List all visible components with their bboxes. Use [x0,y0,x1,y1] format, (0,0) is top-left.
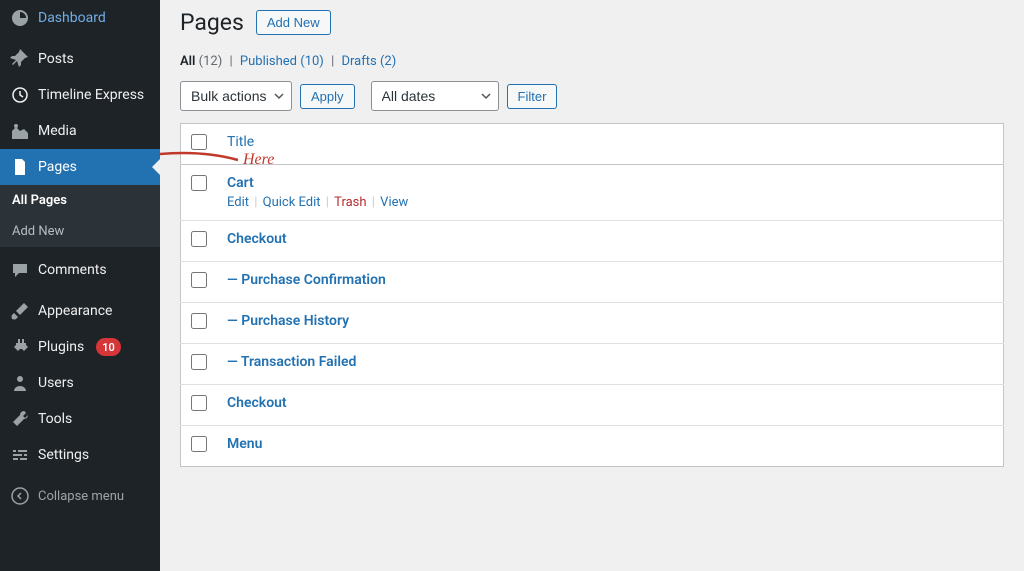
main-content: Here Pages Add New All (12) | Published … [160,0,1024,571]
row-title-link[interactable]: Menu [227,436,262,452]
page-title: Pages [180,9,244,36]
sidebar-item-tools[interactable]: Tools [0,401,160,437]
plugins-badge: 10 [96,338,121,356]
comment-icon [10,260,30,280]
select-all-col [181,124,218,165]
clock-icon [10,85,30,105]
collapse-menu[interactable]: Collapse menu [0,478,160,514]
collapse-icon [10,486,30,506]
row-checkbox[interactable] [191,395,207,411]
filter-all[interactable]: All [180,54,195,69]
sidebar-item-label: Plugins [38,339,84,355]
filter-links: All (12) | Published (10) | Drafts (2) [180,54,1004,69]
brush-icon [10,301,30,321]
row-title-link[interactable]: Checkout [227,395,287,411]
sidebar-item-label: Dashboard [38,10,106,26]
row-title-link[interactable]: — Transaction Failed [227,354,356,370]
date-filter-select[interactable]: All dates [371,81,499,111]
row-checkbox[interactable] [191,436,207,452]
sidebar-item-comments[interactable]: Comments [0,252,160,288]
sidebar-item-appearance[interactable]: Appearance [0,293,160,329]
sidebar-item-label: Comments [38,262,107,278]
row-actions: Edit | Quick Edit | Trash | View [227,195,993,210]
row-title-link[interactable]: — Purchase Confirmation [227,272,386,288]
quick-edit-link[interactable]: Quick Edit [263,195,321,210]
dashboard-icon [10,8,30,28]
row-checkbox[interactable] [191,231,207,247]
sidebar-item-dashboard[interactable]: Dashboard [0,0,160,36]
row-checkbox[interactable] [191,272,207,288]
sidebar-item-label: Pages [38,159,77,175]
page-icon [10,157,30,177]
table-row: Checkout [181,221,1004,262]
user-icon [10,373,30,393]
admin-sidebar: Dashboard Posts Timeline Express Media P… [0,0,160,571]
wrench-icon [10,409,30,429]
row-checkbox[interactable] [191,175,207,191]
sidebar-item-label: Timeline Express [38,87,144,103]
table-row: Cart Edit | Quick Edit | Trash | View [181,165,1004,221]
sidebar-item-label: Media [38,123,77,139]
sidebar-submenu: All Pages Add New [0,185,160,247]
submenu-all-pages[interactable]: All Pages [0,185,160,216]
sidebar-item-label: Appearance [38,303,112,319]
pin-icon [10,49,30,69]
sidebar-item-pages[interactable]: Pages [0,149,160,185]
plug-icon [10,337,30,357]
sidebar-item-timeline-express[interactable]: Timeline Express [0,77,160,113]
title-column-header[interactable]: Title [217,124,1004,165]
table-row: Checkout [181,385,1004,426]
view-link[interactable]: View [380,195,408,210]
sidebar-item-settings[interactable]: Settings [0,437,160,473]
sidebar-item-label: Posts [38,51,74,67]
row-checkbox[interactable] [191,354,207,370]
row-title-link[interactable]: Cart [227,175,254,191]
table-row: Menu [181,426,1004,467]
sidebar-item-label: Settings [38,447,89,463]
row-checkbox[interactable] [191,313,207,329]
pages-table: Title Cart Edit | Quick Edit | Trash | Vi… [180,123,1004,467]
edit-link[interactable]: Edit [227,195,249,210]
sidebar-item-label: Users [38,375,74,391]
sidebar-item-label: Tools [38,411,72,427]
sliders-icon [10,445,30,465]
collapse-label: Collapse menu [38,489,124,504]
table-row: — Purchase History [181,303,1004,344]
sidebar-item-media[interactable]: Media [0,113,160,149]
filter-drafts[interactable]: Drafts (2) [342,54,397,69]
submenu-add-new[interactable]: Add New [0,216,160,247]
filter-published[interactable]: Published (10) [240,54,324,69]
row-title-link[interactable]: — Purchase History [227,313,349,329]
row-title-link[interactable]: Checkout [227,231,287,247]
table-row: — Purchase Confirmation [181,262,1004,303]
apply-button[interactable]: Apply [300,84,355,109]
add-new-button[interactable]: Add New [256,10,331,35]
select-all-checkbox[interactable] [191,134,207,150]
media-icon [10,121,30,141]
sidebar-item-posts[interactable]: Posts [0,41,160,77]
trash-link[interactable]: Trash [334,195,366,210]
table-row: — Transaction Failed [181,344,1004,385]
sidebar-item-plugins[interactable]: Plugins 10 [0,329,160,365]
tablenav-top: Bulk actions Apply All dates Filter [180,81,1004,111]
sidebar-item-users[interactable]: Users [0,365,160,401]
bulk-actions-select[interactable]: Bulk actions [180,81,292,111]
filter-button[interactable]: Filter [507,84,558,109]
